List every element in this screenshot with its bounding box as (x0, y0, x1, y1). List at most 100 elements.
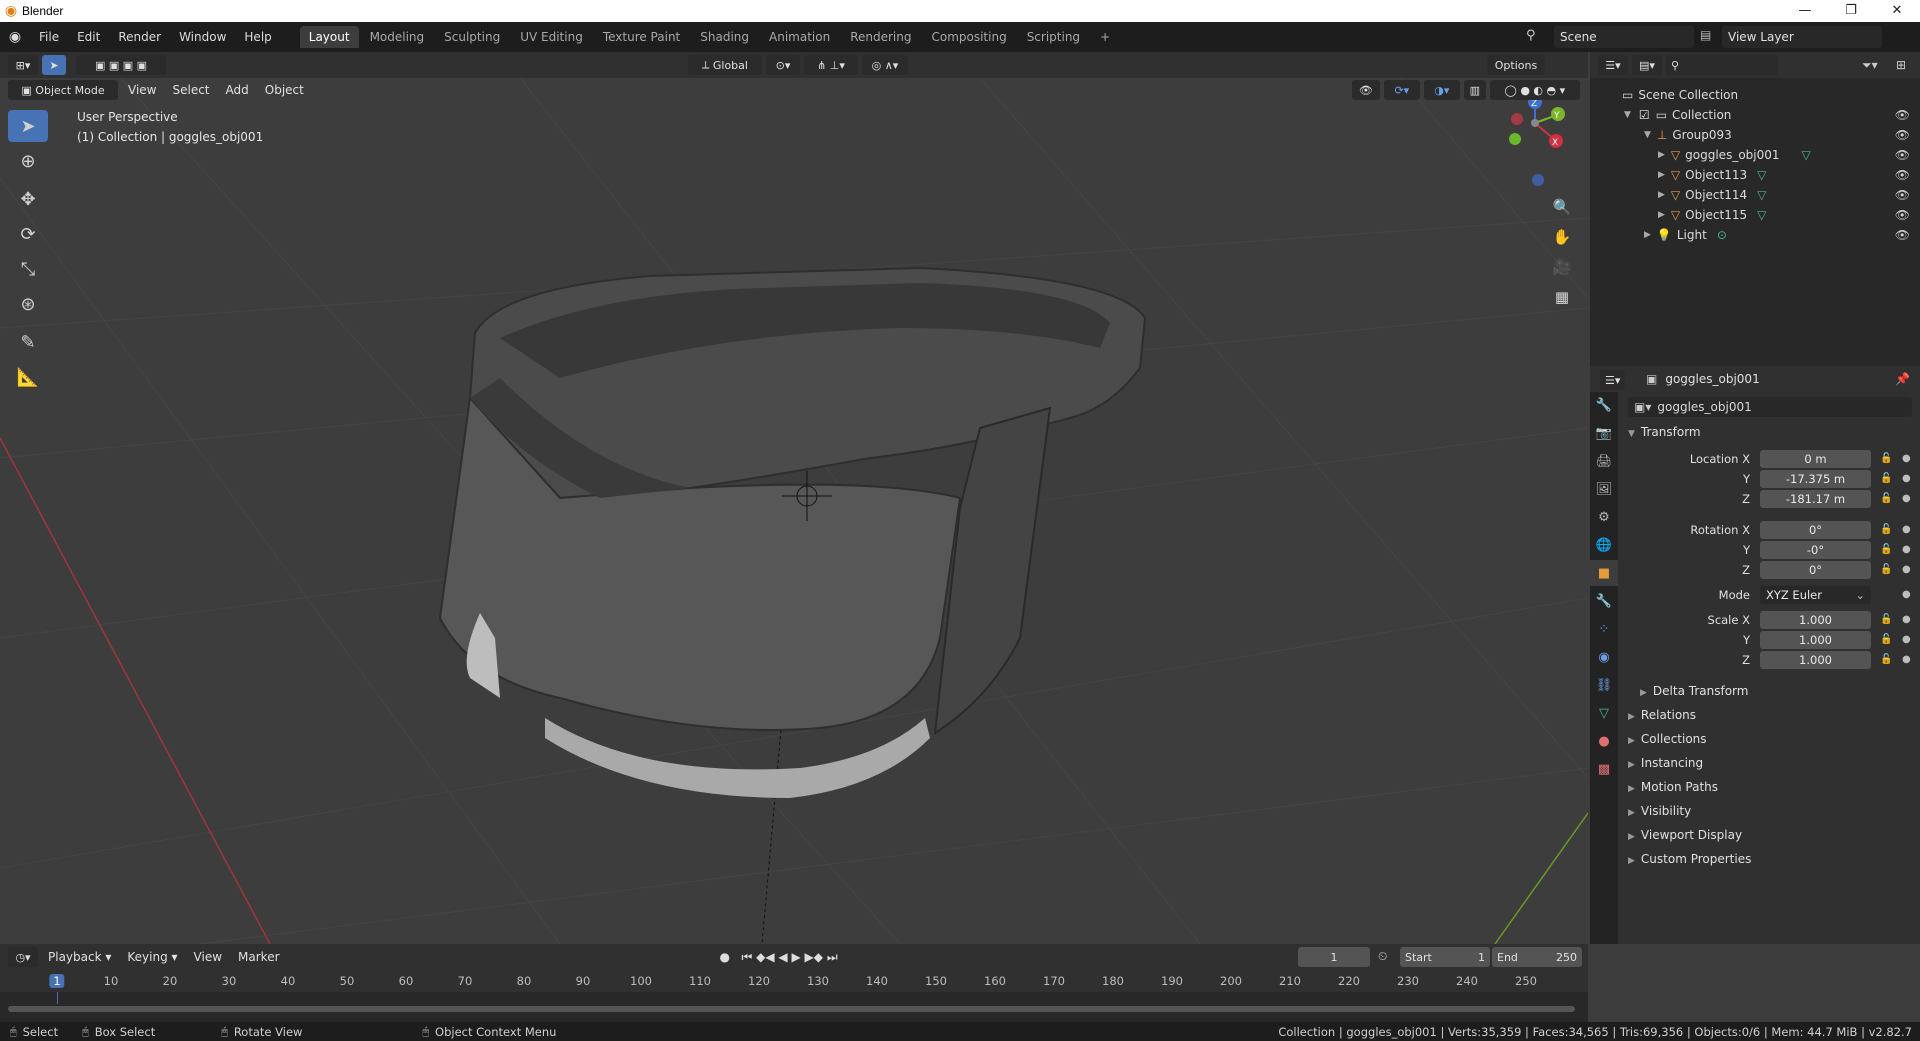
lock-icon[interactable]: 🔓 (1880, 473, 1892, 484)
menu-playback[interactable]: Playback ▾ (40, 950, 119, 964)
timeline-scrollbar[interactable] (8, 1006, 1575, 1012)
close-button[interactable]: ✕ (1874, 0, 1920, 22)
cursor-tool-icon[interactable]: ⊕ (8, 145, 48, 177)
jump-end-button[interactable]: ⏭ (827, 950, 838, 964)
custom-properties-panel-header[interactable]: ▶ Custom Properties (1628, 852, 1751, 866)
tab-shading[interactable]: Shading (691, 26, 758, 48)
expand-arrow-icon[interactable]: ▶ (1644, 230, 1651, 240)
tab-sculpting[interactable]: Sculpting (435, 26, 509, 48)
menu-object[interactable]: Object (257, 83, 312, 97)
prev-keyframe-button[interactable]: ◆◀ (756, 950, 774, 964)
editor-type-button[interactable]: ⊞▾ (8, 55, 38, 75)
expand-arrow-icon[interactable]: ▶ (1658, 170, 1665, 180)
outliner-search-input[interactable]: ⚲ (1666, 55, 1778, 75)
outliner-row-group093[interactable]: ▼ ⊥ Group093 👁 (1590, 125, 1920, 145)
tab-uv-editing[interactable]: UV Editing (511, 26, 592, 48)
particles-tab-icon[interactable]: ⁘ (1590, 616, 1618, 642)
menu-add[interactable]: Add (218, 83, 257, 97)
pin-icon[interactable]: 📌 (1895, 372, 1910, 386)
selection-mode-buttons[interactable]: ▣ ▣ ▣ ▣ (76, 55, 166, 75)
scene-selector[interactable]: Scene (1554, 26, 1694, 48)
ortho-grid-icon[interactable]: ▦ (1548, 283, 1576, 311)
checkbox-icon[interactable]: ☑ (1639, 108, 1650, 122)
tool-properties-tab-icon[interactable]: 🔧 (1590, 392, 1618, 418)
location-y-field[interactable]: -17.375 m (1760, 470, 1871, 488)
menu-edit[interactable]: Edit (68, 22, 109, 52)
options-dropdown[interactable]: Options (1487, 55, 1545, 75)
clock-icon[interactable]: ⏲ (1378, 949, 1387, 964)
scale-tool-icon[interactable]: ⤡ (8, 253, 48, 285)
menu-select[interactable]: Select (164, 83, 217, 97)
location-x-field[interactable]: 0 m (1760, 450, 1871, 468)
transform-orientation-dropdown[interactable]: ⟂ Global (688, 55, 762, 75)
current-frame-field[interactable]: 1 (1298, 947, 1370, 967)
xray-toggle-icon[interactable]: ▥ (1463, 80, 1486, 100)
keyframe-dot-icon[interactable]: ● (1902, 493, 1911, 504)
scene-properties-tab-icon[interactable]: ⚙ (1590, 504, 1618, 530)
rotation-x-field[interactable]: 0° (1760, 521, 1871, 539)
lock-icon[interactable]: 🔓 (1880, 564, 1892, 575)
snap-toggle[interactable]: ⋔ ⊥▾ (804, 55, 858, 75)
visibility-eye-icon[interactable]: 👁 (1895, 208, 1910, 222)
lock-icon[interactable]: 🔓 (1880, 654, 1892, 665)
lock-icon[interactable]: 🔓 (1880, 614, 1892, 625)
move-tool-icon[interactable]: ✥ (8, 183, 48, 215)
filter-icon[interactable]: ⏷▾ (1862, 58, 1878, 73)
tab-texture-paint[interactable]: Texture Paint (594, 26, 689, 48)
proportional-edit-toggle[interactable]: ◎ ∧▾ (862, 55, 908, 75)
outliner-row-collection[interactable]: ▼ ☑ ▭ Collection 👁 (1590, 105, 1920, 125)
expand-arrow-icon[interactable]: ▼ (1644, 130, 1651, 140)
add-workspace-button[interactable]: + (1091, 26, 1119, 48)
visibility-eye-icon[interactable]: 👁 (1895, 128, 1910, 142)
motion-paths-panel-header[interactable]: ▶ Motion Paths (1628, 780, 1718, 794)
playhead-line[interactable] (57, 992, 58, 1004)
shading-mode-buttons[interactable]: ◯ ● ◐ ◓ ▾ (1489, 80, 1580, 100)
expand-arrow-icon[interactable]: ▶ (1658, 210, 1665, 220)
visibility-eye-icon[interactable]: 👁 (1895, 168, 1910, 182)
scene-selector-icon[interactable]: ⚲ (1526, 28, 1536, 43)
keyframe-dot-icon[interactable]: ● (1902, 634, 1911, 645)
3d-viewport[interactable]: Z X Y User Perspective (1) Collection | … (0, 78, 1588, 944)
render-properties-tab-icon[interactable]: 📷 (1590, 420, 1618, 446)
minimize-button[interactable]: — (1782, 0, 1828, 22)
light-data-icon[interactable]: ⊙ (1717, 228, 1727, 242)
scale-x-field[interactable]: 1.000 (1760, 611, 1871, 629)
menu-render[interactable]: Render (109, 22, 170, 52)
expand-arrow-icon[interactable]: ▼ (1624, 110, 1631, 120)
keyframe-dot-icon[interactable]: ● (1902, 654, 1911, 665)
outliner-editor-type-icon[interactable]: ☰▾ (1598, 55, 1628, 75)
maximize-button[interactable]: ❐ (1828, 0, 1874, 22)
menu-view[interactable]: View (120, 83, 164, 97)
tab-rendering[interactable]: Rendering (841, 26, 920, 48)
keyframe-dot-icon[interactable]: ● (1902, 473, 1911, 484)
object-properties-tab-icon[interactable]: ■ (1590, 560, 1618, 586)
outliner-row-scene-collection[interactable]: ▭ Scene Collection (1590, 85, 1920, 105)
keyframe-dot-icon[interactable]: ● (1902, 453, 1911, 464)
view-layer-tab-icon[interactable]: 🖼 (1590, 476, 1618, 502)
keyframe-dot-icon[interactable]: ● (1902, 544, 1911, 555)
keyframe-dot-icon[interactable]: ● (1902, 614, 1911, 625)
outliner-row-goggles[interactable]: ▶ ▽ goggles_obj001 ▽ 👁 (1590, 145, 1920, 165)
frame-tick-current[interactable]: 1 (49, 974, 65, 988)
end-frame-field[interactable]: End 250 (1492, 947, 1582, 967)
visibility-icon[interactable]: 👁 (1351, 80, 1380, 100)
visibility-eye-icon[interactable]: 👁 (1895, 108, 1910, 122)
mesh-data-tab-icon[interactable]: ▽ (1590, 700, 1618, 726)
mode-dropdown[interactable]: ▣ Object Mode (8, 80, 118, 100)
tab-scripting[interactable]: Scripting (1018, 26, 1089, 48)
timeline-editor-type-icon[interactable]: ◷▾ (8, 947, 38, 967)
play-reverse-button[interactable]: ◀ (778, 950, 787, 964)
delta-transform-panel-header[interactable]: ▶ Delta Transform (1640, 684, 1748, 698)
play-button[interactable]: ▶ (791, 950, 800, 964)
scale-z-field[interactable]: 1.000 (1760, 651, 1871, 669)
menu-window[interactable]: Window (170, 22, 235, 52)
relations-panel-header[interactable]: ▶ Relations (1628, 708, 1696, 722)
modifier-tab-icon[interactable]: 🔧 (1590, 588, 1618, 614)
mesh-data-icon[interactable]: ▽ (1802, 148, 1811, 162)
rotation-mode-dropdown[interactable]: XYZ Euler ⌄ (1760, 586, 1871, 604)
menu-file[interactable]: File (30, 22, 68, 52)
camera-view-icon[interactable]: 🎥 (1548, 253, 1576, 281)
expand-arrow-icon[interactable]: ▶ (1658, 190, 1665, 200)
lock-icon[interactable]: 🔓 (1880, 524, 1892, 535)
timeline-ruler[interactable]: 1 10 20 30 40 50 60 70 80 90 100 110 120… (0, 970, 1588, 992)
